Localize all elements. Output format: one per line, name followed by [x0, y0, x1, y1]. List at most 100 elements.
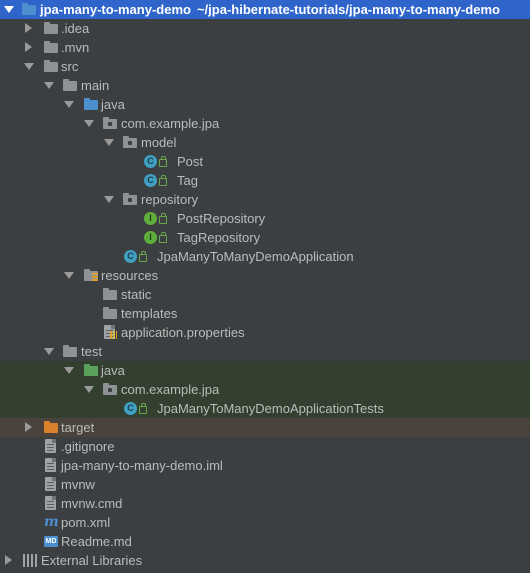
- resources-folder-icon: [84, 268, 100, 283]
- node-label: JpaManyToManyDemoApplicationTests: [157, 401, 384, 416]
- node-label: jpa-many-to-many-demo.iml: [61, 458, 223, 473]
- tree-node-post-repository[interactable]: I PostRepository: [0, 209, 530, 228]
- properties-file-icon: [103, 325, 119, 340]
- folder-icon: [22, 2, 38, 17]
- tree-node-static[interactable]: static: [0, 285, 530, 304]
- expand-arrow-icon[interactable]: [64, 101, 74, 108]
- test-class-icon: C: [124, 401, 148, 416]
- project-tree: jpa-many-to-many-demo ~/jpa-hibernate-tut…: [0, 0, 530, 573]
- collapse-arrow-icon[interactable]: [25, 23, 32, 33]
- class-icon: C: [144, 154, 168, 169]
- text-file-icon: [44, 439, 60, 454]
- tree-node-package-test[interactable]: com.example.jpa: [0, 380, 530, 399]
- node-label: JpaManyToManyDemoApplication: [157, 249, 354, 264]
- node-label: application.properties: [121, 325, 245, 340]
- excluded-folder-icon: [44, 420, 60, 435]
- markdown-icon: MD: [44, 536, 58, 547]
- node-label: mvnw.cmd: [61, 496, 123, 511]
- node-label: templates: [121, 306, 178, 321]
- interface-icon: I: [144, 230, 168, 245]
- node-label: .idea: [61, 21, 90, 36]
- project-label: jpa-many-to-many-demo ~/jpa-hibernate-tut…: [40, 2, 500, 17]
- node-label: pom.xml: [61, 515, 111, 530]
- expand-arrow-icon[interactable]: [44, 82, 54, 89]
- tree-node-mvn[interactable]: .mvn: [0, 38, 530, 57]
- tree-node-application-class[interactable]: C JpaManyToManyDemoApplication: [0, 247, 530, 266]
- tree-node-java-test[interactable]: java: [0, 361, 530, 380]
- collapse-arrow-icon[interactable]: [5, 555, 12, 565]
- maven-icon: m: [44, 514, 59, 530]
- node-label: static: [121, 287, 152, 302]
- expand-arrow-icon[interactable]: [44, 348, 54, 355]
- package-icon: [103, 116, 119, 131]
- expand-arrow-icon[interactable]: [104, 196, 114, 203]
- spring-class-icon: C: [124, 249, 148, 264]
- package-icon: [123, 192, 139, 207]
- collapse-arrow-icon[interactable]: [25, 422, 32, 432]
- folder-icon: [63, 344, 79, 359]
- node-label: .mvn: [61, 40, 90, 55]
- tree-node-resources[interactable]: resources: [0, 266, 530, 285]
- expand-arrow-icon[interactable]: [64, 367, 74, 374]
- tree-node-idea[interactable]: .idea: [0, 19, 530, 38]
- tree-node-src[interactable]: src: [0, 57, 530, 76]
- tree-node-target[interactable]: target: [0, 418, 530, 437]
- tree-node-model[interactable]: model: [0, 133, 530, 152]
- node-label: com.example.jpa: [121, 382, 220, 397]
- tree-node-application-tests[interactable]: C JpaManyToManyDemoApplicationTests: [0, 399, 530, 418]
- tree-node-mvnw-cmd[interactable]: mvnw.cmd: [0, 494, 530, 513]
- module-file-icon: [44, 458, 60, 473]
- project-path: ~/jpa-hibernate-tutorials/jpa-many-to-ma…: [196, 2, 500, 17]
- node-label: .gitignore: [61, 439, 115, 454]
- class-icon: C: [144, 173, 168, 188]
- tree-node-repository[interactable]: repository: [0, 190, 530, 209]
- node-label: Tag: [177, 173, 198, 188]
- tree-node-package-main[interactable]: com.example.jpa: [0, 114, 530, 133]
- tree-node-mvnw[interactable]: mvnw: [0, 475, 530, 494]
- expand-arrow-icon[interactable]: [84, 120, 94, 127]
- node-label: src: [61, 59, 79, 74]
- tree-node-templates[interactable]: templates: [0, 304, 530, 323]
- folder-icon: [103, 287, 119, 302]
- tree-node-project-root[interactable]: jpa-many-to-many-demo ~/jpa-hibernate-tut…: [0, 0, 530, 19]
- test-folder-icon: [84, 363, 100, 378]
- folder-icon: [63, 78, 79, 93]
- folder-icon: [44, 40, 60, 55]
- tree-node-test[interactable]: test: [0, 342, 530, 361]
- expand-arrow-icon[interactable]: [4, 6, 14, 13]
- tree-node-tag[interactable]: C Tag: [0, 171, 530, 190]
- tree-node-gitignore[interactable]: .gitignore: [0, 437, 530, 456]
- collapse-arrow-icon[interactable]: [25, 42, 32, 52]
- node-label: External Libraries: [41, 553, 143, 568]
- folder-icon: [44, 59, 60, 74]
- tree-node-main[interactable]: main: [0, 76, 530, 95]
- folder-icon: [103, 306, 119, 321]
- tree-node-tag-repository[interactable]: I TagRepository: [0, 228, 530, 247]
- node-label: PostRepository: [177, 211, 266, 226]
- node-label: test: [81, 344, 102, 359]
- tree-node-application-properties[interactable]: application.properties: [0, 323, 530, 342]
- expand-arrow-icon[interactable]: [104, 139, 114, 146]
- expand-arrow-icon[interactable]: [84, 386, 94, 393]
- text-file-icon: [44, 496, 60, 511]
- folder-icon: [44, 21, 60, 36]
- tree-node-iml[interactable]: jpa-many-to-many-demo.iml: [0, 456, 530, 475]
- node-label: repository: [141, 192, 199, 207]
- tree-node-post[interactable]: C Post: [0, 152, 530, 171]
- node-label: target: [61, 420, 95, 435]
- node-label: mvnw: [61, 477, 95, 492]
- package-icon: [103, 382, 119, 397]
- node-label: model: [141, 135, 177, 150]
- node-label: Readme.md: [61, 534, 132, 549]
- interface-icon: I: [144, 211, 168, 226]
- tree-node-external-libraries[interactable]: External Libraries: [0, 551, 530, 570]
- node-label: TagRepository: [177, 230, 261, 245]
- expand-arrow-icon[interactable]: [64, 272, 74, 279]
- tree-node-pom[interactable]: m pom.xml: [0, 513, 530, 532]
- source-folder-icon: [84, 97, 100, 112]
- node-label: java: [101, 97, 125, 112]
- tree-node-java-main[interactable]: java: [0, 95, 530, 114]
- tree-node-readme[interactable]: MD Readme.md: [0, 532, 530, 551]
- node-label: main: [81, 78, 110, 93]
- expand-arrow-icon[interactable]: [24, 63, 34, 70]
